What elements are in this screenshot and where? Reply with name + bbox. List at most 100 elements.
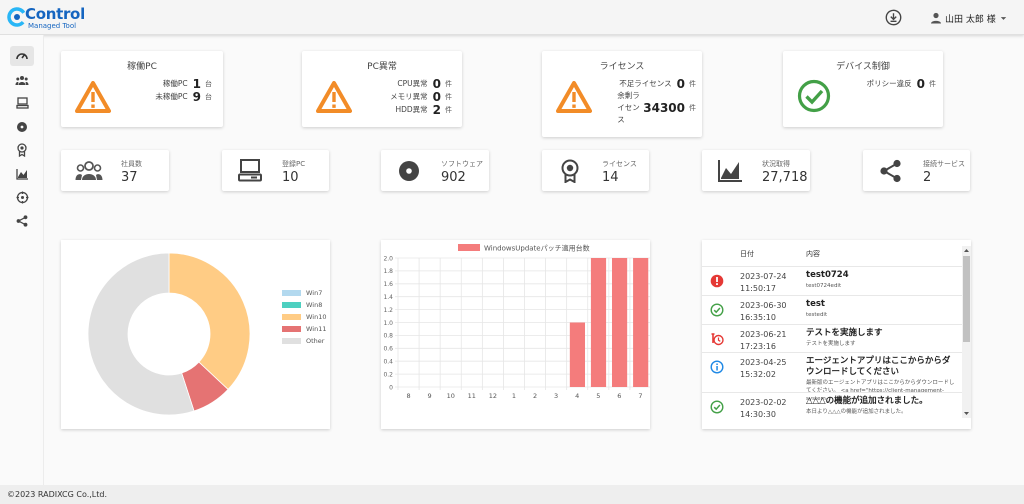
alarm-icon <box>711 333 724 346</box>
summary-label: ライセンス <box>602 160 637 168</box>
app-header: Control Managed Tool 山田 太郎 様 <box>0 0 1024 35</box>
summary-card-software[interactable]: ソフトウェア 902 <box>381 150 489 191</box>
log-scrollbar[interactable] <box>962 246 971 418</box>
user-name: 山田 太郎 様 <box>945 14 996 25</box>
bar-6[interactable] <box>611 258 628 387</box>
error-icon <box>710 274 724 288</box>
warning-icon <box>556 81 592 113</box>
warning-icon <box>75 81 111 113</box>
x-tick-label: 1 <box>512 392 516 400</box>
app-logo[interactable]: Control Managed Tool <box>7 5 102 31</box>
status-card-running-pc[interactable]: 稼働PC 稼働PC 1 台 未稼働PC 9 台 <box>61 51 223 127</box>
log-row[interactable]: 2023-06-30 16:35:10 test testedit <box>702 295 962 324</box>
summary-value: 37 <box>121 170 138 185</box>
download-icon[interactable] <box>885 9 902 26</box>
sidebar-item-pc[interactable] <box>10 93 34 113</box>
stat-unit: 台 <box>205 79 212 88</box>
legend-item-win8[interactable]: Win8 <box>282 301 322 309</box>
card-title: 稼働PC <box>127 62 157 72</box>
stat-value: 0 <box>432 76 441 91</box>
summary-card-status[interactable]: 状況取得 27,718 <box>702 150 810 191</box>
os-donut-chart-card: Win7 Win8 Win10 Win11 Other <box>61 240 330 429</box>
stat-row: 不足ライセンス 0 件 <box>612 76 696 91</box>
status-card-device-control[interactable]: デバイス制御 ポリシー違反 0 件 <box>783 51 943 127</box>
log-row[interactable]: 2023-02-02 14:30:30 △△△の機能が追加されました。 本日より△△△… <box>702 392 962 429</box>
sidebar-item-share[interactable] <box>10 211 34 231</box>
stat-row: 未稼働PC 9 台 <box>139 89 212 104</box>
summary-value: 10 <box>282 170 299 185</box>
stat-unit: 件 <box>445 79 452 88</box>
user-menu[interactable]: 山田 太郎 様 <box>930 10 1008 26</box>
card-title: PC異常 <box>367 62 397 72</box>
check-circle-icon <box>710 303 724 317</box>
log-description: testedit <box>806 312 828 318</box>
logo-c-icon <box>7 7 27 27</box>
scroll-up-arrow-icon[interactable] <box>962 246 971 254</box>
warning-icon <box>316 81 352 113</box>
log-row[interactable]: 2023-07-24 11:50:17 test0724 test0724edit <box>702 266 962 295</box>
stat-label: ポリシー違反 <box>866 79 912 88</box>
log-row[interactable]: 2023-04-25 15:32:02 エージェントアプリはここからからダウンロード… <box>702 352 962 402</box>
bar-7[interactable] <box>633 258 649 387</box>
log-row[interactable]: 2023-06-21 17:23:16 テストを実施します テストを実施します <box>702 324 962 352</box>
chart-icon <box>718 160 742 182</box>
stat-label: 未稼働PC <box>155 92 188 101</box>
log-description: テストを実施します <box>806 341 856 347</box>
log-date: 2023-04-25 15:32:02 <box>740 358 787 379</box>
sidebar-item-software[interactable] <box>10 117 34 137</box>
stat-label: メモリ異常 <box>390 92 428 101</box>
donut-slice-win10[interactable] <box>168 252 251 391</box>
y-tick-label: 1.6 <box>383 281 393 288</box>
bar-5[interactable] <box>590 258 607 387</box>
sidebar-item-status[interactable] <box>10 164 34 184</box>
share-icon <box>16 215 28 227</box>
summary-value: 14 <box>602 170 619 185</box>
sidebar-item-dashboard[interactable] <box>10 46 34 66</box>
legend-item-win10[interactable]: Win10 <box>282 313 326 321</box>
summary-label: 社員数 <box>121 160 142 168</box>
scroll-down-arrow-icon[interactable] <box>962 410 971 418</box>
summary-card-registered-pc[interactable]: 登録PC 10 <box>222 150 329 191</box>
stat-row: メモリ異常 0 件 <box>372 90 452 104</box>
legend-label: Win7 <box>306 289 323 297</box>
status-card-pc-error[interactable]: PC異常 CPU異常 0 件 メモリ異常 0 件 HDD異常 2 件 <box>302 51 462 127</box>
bar-4[interactable] <box>569 322 586 388</box>
footer: ©2023 RADIXCG Co.,Ltd. <box>0 485 1024 504</box>
stat-value: 9 <box>192 89 201 104</box>
legend-label: Other <box>306 337 325 345</box>
os-donut-chart <box>87 252 251 416</box>
y-tick-label: 0.2 <box>383 371 393 378</box>
sidebar-item-network[interactable] <box>10 187 34 207</box>
log-scrollbar-thumb[interactable] <box>963 256 970 342</box>
card-title: デバイス制御 <box>836 62 890 72</box>
summary-card-license[interactable]: ライセンス 14 <box>542 150 649 191</box>
legend-item-other[interactable]: Other <box>282 337 324 345</box>
summary-card-employees[interactable]: 社員数 37 <box>61 150 169 191</box>
log-date: 2023-07-24 11:50:17 <box>740 272 787 293</box>
legend-item-win11[interactable]: Win11 <box>282 325 326 333</box>
log-title: test0724 <box>806 270 849 280</box>
summary-label: 状況取得 <box>762 160 790 168</box>
stat-value: 0 <box>916 76 925 91</box>
x-tick-label: 9 <box>428 392 432 400</box>
legend-swatch <box>282 302 301 308</box>
stat-row: 稼働PC 1 台 <box>139 77 212 91</box>
summary-card-services[interactable]: 接続サービス 2 <box>863 150 970 191</box>
log-title: エージェントアプリはここからからダウンロードしてください <box>806 356 951 377</box>
stat-row: 余剰ラ イセン ス 34300 件 <box>612 90 696 126</box>
status-card-license[interactable]: ライセンス 不足ライセンス 0 件 余剰ラ イセン ス 34300 件 <box>542 51 702 137</box>
stat-label: CPU異常 <box>397 79 428 88</box>
stat-value: 0 <box>676 76 685 91</box>
summary-value: 27,718 <box>762 170 808 185</box>
notification-log-card: 日付 内容 2023-07-24 11:50:17 test0724 test0724… <box>702 240 971 429</box>
log-title: テストを実施します <box>806 328 883 338</box>
patch-bar-chart: WindowsUpdateパッチ適用台数 0 0.2 0.4 0.6 0.8 1.0 1.2… <box>383 244 650 400</box>
sidebar-item-users[interactable] <box>10 70 34 90</box>
pc-icon <box>238 159 262 182</box>
legend-item-win7[interactable]: Win7 <box>282 289 322 297</box>
chart-icon <box>15 169 28 180</box>
check-circle-icon <box>797 79 831 113</box>
summary-value: 902 <box>441 170 466 185</box>
sidebar-item-license[interactable] <box>10 140 34 160</box>
sidebar <box>0 35 44 485</box>
